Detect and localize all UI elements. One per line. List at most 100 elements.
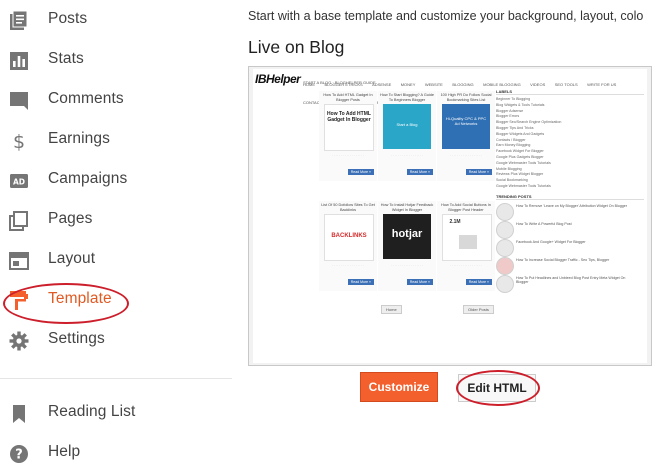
preview-post-title: 100 High PR Do Follow Social Bookmarking… <box>440 93 492 102</box>
preview-labels-heading: LABELS <box>496 89 644 95</box>
sidebar-item-label: Reading List <box>48 403 136 420</box>
preview-post-title: How To Install Hotjar Feedback Widget In… <box>380 203 434 212</box>
sidebar-item-label: Comments <box>48 90 124 107</box>
sidebar-item-label: Template <box>48 290 112 307</box>
preview-post-thumb: BACKLINKS <box>324 214 374 261</box>
sidebar-item-template[interactable]: Template <box>0 283 232 317</box>
sidebar-item-settings[interactable]: Settings <box>0 323 232 357</box>
preview-trending-item: How To Put Headlines and Unbleed Blog Po… <box>496 274 644 293</box>
bookmark-icon <box>13 405 25 423</box>
sidebar-divider <box>0 378 232 379</box>
dollar-icon: $ <box>13 131 25 151</box>
preview-subnav: START A BLOG · BLOGHELPER GUIDE <box>303 80 376 85</box>
preview-nav-item: BLOGGING <box>452 82 474 87</box>
preview-logo: IBHelper <box>255 72 301 86</box>
preview-trending-thumb <box>496 256 514 275</box>
preview-read-more: Read More » <box>406 279 433 285</box>
preview-post-excerpt: · · · · · · · · · · · · · · · · · · <box>331 153 365 157</box>
preview-thumb-text: hotjar <box>391 228 423 240</box>
preview-post-thumb: Start a Blog <box>383 104 431 149</box>
preview-trending-item: How To Remove 'Leave on My Blogger' Attr… <box>496 202 644 221</box>
preview-trending-thumb <box>496 238 514 257</box>
preview-trending-title: How To Put Headlines and Unbleed Blog Po… <box>516 275 626 285</box>
preview-thumb-text: Hi-Quality CPC & PPC Ad Networks <box>445 116 487 126</box>
blog-preview-page: IBHelper HOME BLOGGER ETRICKS ADSENSE MO… <box>253 69 647 363</box>
sidebar-item-label: Layout <box>48 250 96 267</box>
preview-trending-item: How To Increase Social Blogger Traffic -… <box>496 256 644 275</box>
preview-post-excerpt: · · · · · · · · · · · · · · · · · · <box>449 153 483 157</box>
sidebar: Posts Stats Comments $ Earnings AD Campa… <box>0 0 232 471</box>
preview-post-card: 100 High PR Do Follow Social Bookmarking… <box>437 91 495 181</box>
sidebar-item-label: Help <box>48 443 81 460</box>
preview-trending-heading: TRENDING POSTS <box>496 194 644 200</box>
preview-nav-item: WRITE FOR US <box>587 82 617 87</box>
preview-pager-older: Older Posts <box>463 305 494 314</box>
preview-post-thumb: Hi-Quality CPC & PPC Ad Networks <box>442 104 490 149</box>
sidebar-item-stats[interactable]: Stats <box>0 43 232 77</box>
intro-text: Start with a base template and customize… <box>248 9 644 23</box>
customize-button[interactable]: Customize <box>360 372 438 402</box>
preview-read-more: Read More » <box>347 279 374 285</box>
blog-preview[interactable]: IBHelper HOME BLOGGER ETRICKS ADSENSE MO… <box>248 66 652 366</box>
preview-post-thumb: 2.1M <box>442 214 492 261</box>
preview-pager-home: Home <box>381 305 402 314</box>
preview-post-title: How To Start Blogging? A Guide To Beginn… <box>380 93 434 102</box>
preview-read-more: Read More » <box>465 169 492 175</box>
preview-trending-title: How To Increase Social Blogger Traffic -… <box>516 257 610 262</box>
sidebar-item-reading-list[interactable]: Reading List <box>0 396 232 430</box>
preview-post-card: How To Start Blogging? A Guide To Beginn… <box>378 91 436 181</box>
preview-thumb-text: Start a Blog <box>396 122 418 127</box>
preview-post-title: How To Add Social Buttons In Blogger Pos… <box>441 203 491 212</box>
comments-icon <box>10 92 28 110</box>
svg-text:$: $ <box>13 131 25 151</box>
preview-post-card: List Of 50 Dofollow Sites To Get Backlin… <box>319 201 377 291</box>
sidebar-item-comments[interactable]: Comments <box>0 83 232 117</box>
preview-thumb-text: BACKLINKS <box>331 233 367 239</box>
preview-read-more: Read More » <box>406 169 433 175</box>
svg-text:?: ? <box>15 448 23 463</box>
preview-post-title: How To Add HTML Gadget In Blogger Posts <box>323 93 373 102</box>
template-icon <box>10 291 28 310</box>
edit-html-button[interactable]: Edit HTML <box>458 374 536 402</box>
sidebar-item-earnings[interactable]: $ Earnings <box>0 123 232 157</box>
help-icon: ? <box>10 445 28 463</box>
preview-post-card: How To Add HTML Gadget In Blogger Posts … <box>319 91 377 181</box>
preview-post-excerpt: · · · · · · · · · · · · · · · · · · <box>390 153 424 157</box>
preview-nav-item: VIDEOS <box>530 82 546 87</box>
posts-icon <box>10 11 28 30</box>
preview-trending-thumb <box>496 274 514 293</box>
gear-icon <box>9 331 29 351</box>
sidebar-item-pages[interactable]: Pages <box>0 203 232 237</box>
preview-post-excerpt: · · · · · · · · · · · · · · · · · · <box>449 263 483 267</box>
preview-post-title: List Of 50 Dofollow Sites To Get Backlin… <box>321 203 375 212</box>
live-on-blog-title: Live on Blog <box>248 37 345 57</box>
sidebar-item-label: Stats <box>48 50 84 67</box>
sidebar-item-label: Posts <box>48 10 88 27</box>
pages-icon <box>9 211 28 231</box>
preview-nav-item: WEBSITE <box>424 82 443 87</box>
sidebar-item-label: Campaigns <box>48 170 128 187</box>
sidebar-item-label: Earnings <box>48 130 110 147</box>
sidebar-item-campaigns[interactable]: AD Campaigns <box>0 163 232 197</box>
preview-read-more: Read More » <box>465 279 492 285</box>
stats-icon <box>10 52 28 70</box>
sidebar-item-layout[interactable]: Layout <box>0 243 232 277</box>
preview-thumb-text: How To Add HTML Gadget In Blogger <box>327 111 371 123</box>
svg-text:AD: AD <box>13 178 25 187</box>
layout-icon <box>9 252 29 270</box>
ad-icon: AD <box>10 174 28 188</box>
preview-trending-title: How To Write A Powerful Blog Post <box>516 221 572 226</box>
sidebar-item-posts[interactable]: Posts <box>0 3 232 37</box>
preview-trending-title: Facebook And Google+ Widget For Blogger <box>516 239 586 244</box>
preview-trending-item: How To Write A Powerful Blog Post <box>496 220 644 239</box>
preview-post-thumb: How To Add HTML Gadget In Blogger <box>324 104 374 151</box>
preview-nav-item: SEO TOOLS <box>554 82 578 87</box>
preview-read-more: Read More » <box>347 169 374 175</box>
preview-thumb-text: 2.1M <box>449 219 461 225</box>
preview-nav-item: MONEY <box>400 82 416 87</box>
sidebar-item-label: Pages <box>48 210 93 227</box>
preview-trending-thumb <box>496 202 514 221</box>
preview-post-excerpt: · · · · · · · · · · · · · · · · · · <box>331 263 365 267</box>
preview-post-card: How To Add Social Buttons In Blogger Pos… <box>437 201 495 291</box>
sidebar-item-help[interactable]: ? Help <box>0 436 232 470</box>
